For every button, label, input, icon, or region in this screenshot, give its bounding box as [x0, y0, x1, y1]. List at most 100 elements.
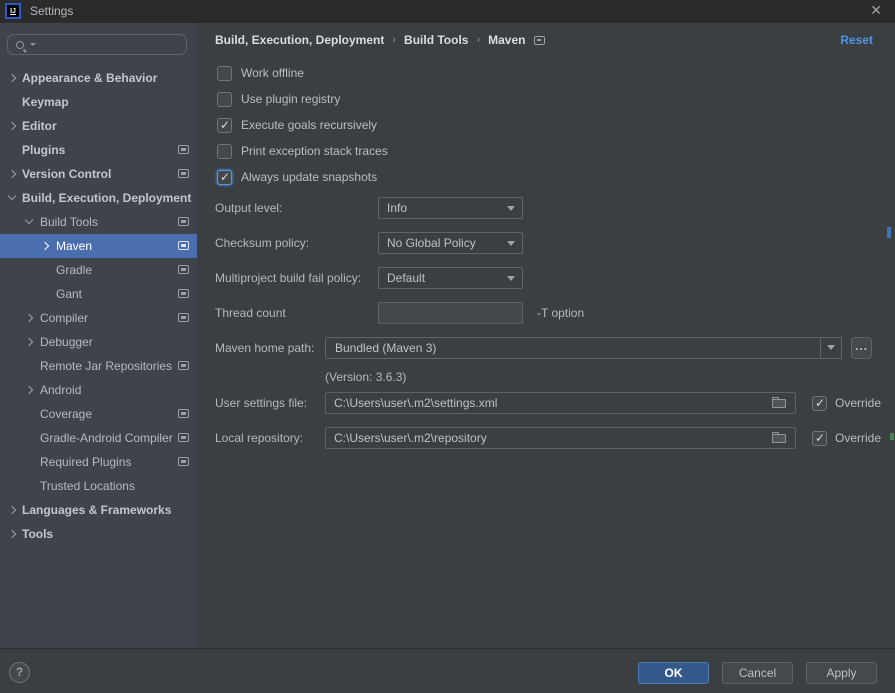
settings-sidebar: Appearance & Behavior Keymap Editor Plug…: [0, 23, 197, 648]
sidebar-item-gant[interactable]: Gant: [0, 282, 197, 306]
search-input[interactable]: [7, 34, 187, 55]
folder-icon[interactable]: [772, 434, 786, 443]
breadcrumb-build-execution-deployment[interactable]: Build, Execution, Deployment: [215, 33, 384, 47]
sidebar-item-label: Appearance & Behavior: [22, 71, 157, 85]
multiproject-build-fail-policy-dropdown[interactable]: Default: [378, 267, 523, 289]
reset-link[interactable]: Reset: [840, 33, 873, 47]
chevron-down-icon[interactable]: [26, 219, 32, 223]
browse-button[interactable]: ...: [851, 337, 872, 359]
sidebar-item-keymap[interactable]: Keymap: [0, 90, 197, 114]
folder-icon[interactable]: [772, 399, 786, 408]
checksum-policy-dropdown[interactable]: No Global Policy: [378, 232, 523, 254]
footer-buttons: OK Cancel Apply: [638, 662, 877, 684]
help-button[interactable]: ?: [9, 662, 30, 683]
sidebar-item-required-plugins[interactable]: Required Plugins: [0, 450, 197, 474]
sidebar-item-label: Version Control: [22, 167, 111, 181]
titlebar: IJ Settings ✕: [0, 0, 895, 23]
monitor-icon: [178, 265, 189, 274]
maven-home-path-label: Maven home path:: [215, 337, 314, 359]
maven-version-note: (Version: 3.6.3): [325, 370, 406, 384]
dropdown-value: No Global Policy: [387, 233, 476, 253]
sidebar-item-compiler[interactable]: Compiler: [0, 306, 197, 330]
sidebar-item-debugger[interactable]: Debugger: [0, 330, 197, 354]
sidebar-item-version-control[interactable]: Version Control: [0, 162, 197, 186]
always-update-snapshots-checkbox[interactable]: [217, 170, 232, 185]
chevron-down-icon: [507, 241, 515, 246]
chevron-right-icon[interactable]: [26, 339, 32, 345]
monitor-icon: [178, 145, 189, 154]
thread-count-field[interactable]: [378, 302, 523, 324]
combobox-arrow-button[interactable]: [820, 338, 841, 358]
ok-button[interactable]: OK: [638, 662, 709, 684]
maven-home-path-combobox[interactable]: Bundled (Maven 3): [325, 337, 842, 359]
sidebar-item-label: Editor: [22, 119, 57, 133]
output-level-dropdown[interactable]: Info: [378, 197, 523, 219]
user-settings-file-field[interactable]: C:\Users\user\.m2\settings.xml: [325, 392, 796, 414]
sidebar-item-label: Plugins: [22, 143, 65, 157]
intellij-logo-icon: IJ: [5, 3, 21, 19]
sidebar-item-label: Remote Jar Repositories: [40, 359, 172, 373]
sidebar-item-tools[interactable]: Tools: [0, 522, 197, 546]
monitor-icon: [178, 313, 189, 322]
chevron-right-icon[interactable]: [9, 123, 15, 129]
sidebar-item-label: Android: [40, 383, 81, 397]
checkbox-label: Use plugin registry: [241, 92, 340, 106]
sidebar-item-label: Maven: [56, 239, 92, 253]
local-repository-override-row: Override: [812, 430, 881, 446]
print-exception-stack-traces-checkbox[interactable]: [217, 144, 232, 159]
sidebar-item-android[interactable]: Android: [0, 378, 197, 402]
settings-tree: Appearance & Behavior Keymap Editor Plug…: [0, 66, 197, 546]
chevron-down-icon: [827, 345, 835, 350]
sidebar-item-appearance-behavior[interactable]: Appearance & Behavior: [0, 66, 197, 90]
sidebar-item-label: Debugger: [40, 335, 93, 349]
chevron-right-icon[interactable]: [42, 243, 48, 249]
user-settings-override-checkbox[interactable]: [812, 396, 827, 411]
chevron-down-icon[interactable]: [9, 195, 15, 199]
window-title: Settings: [30, 4, 73, 18]
sidebar-item-gradle-android-compiler[interactable]: Gradle-Android Compiler: [0, 426, 197, 450]
breadcrumb-separator: ›: [392, 34, 396, 46]
apply-button[interactable]: Apply: [806, 662, 877, 684]
sidebar-item-plugins[interactable]: Plugins: [0, 138, 197, 162]
chevron-down-icon: [507, 206, 515, 211]
sidebar-item-languages-frameworks[interactable]: Languages & Frameworks: [0, 498, 197, 522]
use-plugin-registry-checkbox[interactable]: [217, 92, 232, 107]
sidebar-item-coverage[interactable]: Coverage: [0, 402, 197, 426]
dropdown-value: Info: [387, 198, 407, 218]
chevron-right-icon[interactable]: [26, 387, 32, 393]
chevron-right-icon[interactable]: [26, 315, 32, 321]
sidebar-item-gradle[interactable]: Gradle: [0, 258, 197, 282]
monitor-icon: [178, 217, 189, 226]
combobox-value: Bundled (Maven 3): [335, 338, 436, 358]
chevron-right-icon[interactable]: [9, 507, 15, 513]
sidebar-item-label: Gradle: [56, 263, 92, 277]
cancel-button[interactable]: Cancel: [722, 662, 793, 684]
sidebar-item-trusted-locations[interactable]: Trusted Locations: [0, 474, 197, 498]
sidebar-item-editor[interactable]: Editor: [0, 114, 197, 138]
chevron-right-icon[interactable]: [9, 531, 15, 537]
sidebar-item-maven[interactable]: Maven: [0, 234, 197, 258]
breadcrumb: Build, Execution, Deployment › Build Too…: [215, 33, 545, 47]
execute-goals-recursively-checkbox[interactable]: [217, 118, 232, 133]
sidebar-item-remote-jar-repositories[interactable]: Remote Jar Repositories: [0, 354, 197, 378]
sidebar-item-build-tools[interactable]: Build Tools: [0, 210, 197, 234]
local-repository-field[interactable]: C:\Users\user\.m2\repository: [325, 427, 796, 449]
chevron-right-icon[interactable]: [9, 171, 15, 177]
work-offline-checkbox[interactable]: [217, 66, 232, 81]
execute-goals-recursively-row: Execute goals recursively: [217, 117, 377, 133]
monitor-icon: [178, 457, 189, 466]
search-icon: [16, 41, 24, 49]
breadcrumb-build-tools[interactable]: Build Tools: [404, 33, 468, 47]
sidebar-item-label: Tools: [22, 527, 53, 541]
thread-count-hint: -T option: [537, 302, 584, 324]
override-label: Override: [835, 396, 881, 410]
close-icon[interactable]: ✕: [870, 2, 882, 19]
sidebar-item-build-execution-deployment[interactable]: Build, Execution, Deployment: [0, 186, 197, 210]
chevron-right-icon[interactable]: [9, 75, 15, 81]
local-repository-override-checkbox[interactable]: [812, 431, 827, 446]
always-update-snapshots-row: Always update snapshots: [217, 169, 377, 185]
search-text-field[interactable]: [36, 38, 186, 52]
print-exception-stack-traces-row: Print exception stack traces: [217, 143, 388, 159]
thread-count-label: Thread count: [215, 302, 286, 324]
thread-count-input[interactable]: [379, 303, 522, 323]
